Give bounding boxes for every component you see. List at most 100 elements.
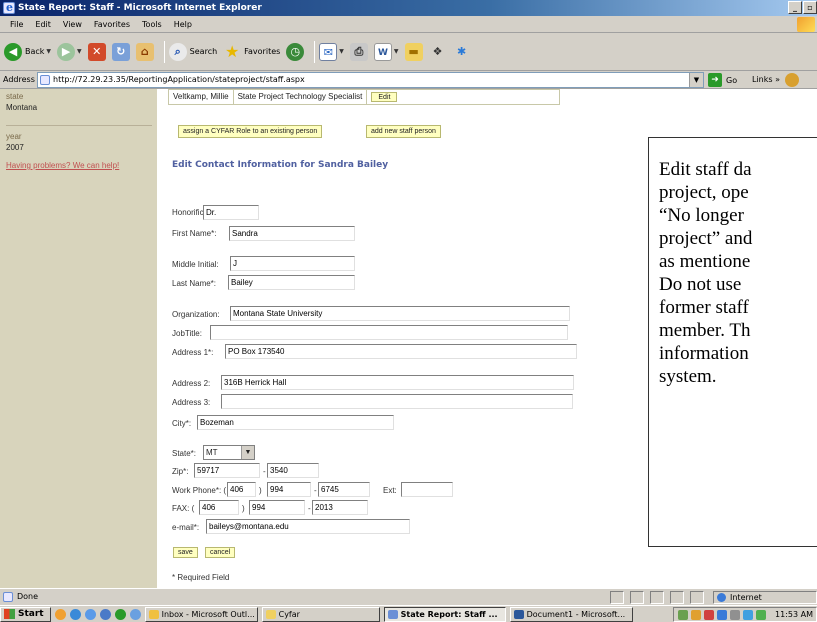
callout-line: system. <box>659 366 717 387</box>
history-icon: ◷ <box>286 42 305 61</box>
stop-button[interactable]: ✕ <box>87 39 106 65</box>
tray-icon[interactable] <box>756 609 766 620</box>
zone-label: Internet <box>730 593 762 602</box>
refresh-button[interactable]: ↻ <box>111 39 130 65</box>
home-button[interactable]: ⌂ <box>135 39 154 65</box>
middle-initial-field[interactable]: J <box>230 256 355 271</box>
menu-edit[interactable]: Edit <box>29 20 57 29</box>
word-icon <box>513 609 524 619</box>
callout-line: member. Th <box>659 320 751 341</box>
quicklaunch-outlook-icon[interactable] <box>54 608 66 620</box>
ext-field[interactable] <box>401 482 453 497</box>
chevron-down-icon[interactable]: ▼ <box>689 73 703 87</box>
edit-staff-button[interactable]: Edit <box>371 92 398 102</box>
translate-icon[interactable] <box>785 73 799 87</box>
menu-tools[interactable]: Tools <box>136 20 168 29</box>
year-value: 2007 <box>6 143 24 152</box>
search-button[interactable]: ⌕ Search <box>168 39 217 65</box>
forward-arrow-icon: ▶ <box>57 42 76 61</box>
task-label: Cyfar <box>278 609 300 619</box>
tray-icon[interactable] <box>678 609 688 620</box>
address3-field[interactable] <box>221 394 573 409</box>
mail-button[interactable]: ✉ ▼ <box>319 39 344 65</box>
status-panel <box>610 591 624 604</box>
minimize-button[interactable]: _ <box>788 1 802 14</box>
state-selected: MT <box>206 448 218 457</box>
menu-file[interactable]: File <box>4 20 29 29</box>
form-heading: Edit Contact Information for Sandra Bail… <box>172 160 389 170</box>
forward-button[interactable]: ▶ ▼ <box>57 39 82 65</box>
city-field[interactable]: Bozeman <box>197 415 394 430</box>
address2-field[interactable]: 316B Herrick Hall <box>221 375 574 390</box>
folder-button[interactable]: ▬ <box>404 39 423 65</box>
last-name-field[interactable]: Bailey <box>228 275 355 290</box>
state-select[interactable]: MT ▼ <box>203 445 255 460</box>
mail-icon: ✉ <box>319 42 338 61</box>
first-name-field[interactable]: Sandra <box>229 226 355 241</box>
outlook-icon <box>148 609 159 619</box>
security-zone: Internet <box>713 591 817 604</box>
globe-icon <box>717 593 726 602</box>
organization-field[interactable]: Montana State University <box>230 306 570 321</box>
task-word-document[interactable]: Document1 - Microsoft... <box>509 606 633 622</box>
edit-word-button[interactable]: W ▼ <box>373 39 399 65</box>
tray-icon[interactable] <box>730 609 740 620</box>
go-button[interactable]: ➜ Go <box>708 73 737 87</box>
menu-favorites[interactable]: Favorites <box>88 20 136 29</box>
zip-field[interactable]: 59717 <box>194 463 260 478</box>
quicklaunch-extra-icon[interactable] <box>129 608 141 620</box>
research-button[interactable]: ❖ <box>429 39 447 65</box>
task-state-report[interactable]: State Report: Staff ... <box>383 606 506 622</box>
zip-label: Zip*: <box>172 467 189 476</box>
quicklaunch-desktop-icon[interactable] <box>99 608 111 620</box>
links-button[interactable]: Links » <box>752 75 780 84</box>
address-input[interactable]: http://72.29.23.35/ReportingApplication/… <box>37 72 704 88</box>
word-icon: W <box>373 42 392 61</box>
window-title-bar: State Report: Staff - Microsoft Internet… <box>0 0 817 16</box>
quicklaunch-browser-icon[interactable] <box>84 608 96 620</box>
fax-line-field[interactable]: 2013 <box>312 500 368 515</box>
fax-paren: ) <box>242 504 245 513</box>
print-button[interactable]: ⎙ <box>349 39 368 65</box>
cancel-button[interactable]: cancel <box>205 547 236 558</box>
zip-ext-field[interactable]: 3540 <box>267 463 319 478</box>
fax-area-field[interactable]: 406 <box>199 500 239 515</box>
work-paren: ) <box>259 486 262 495</box>
system-tray: 11:53 AM <box>673 607 817 622</box>
fax-dash: - <box>308 504 311 513</box>
quicklaunch-media-icon[interactable] <box>114 608 126 620</box>
menu-view[interactable]: View <box>57 20 88 29</box>
favorites-button[interactable]: ★ Favorites <box>223 39 280 65</box>
honorific-field[interactable]: Dr. <box>203 205 259 220</box>
help-link[interactable]: Having problems? We can help! <box>0 153 157 178</box>
address1-field[interactable]: PO Box 173540 <box>225 344 577 359</box>
messenger-button[interactable]: ✱ <box>453 39 471 65</box>
work-line-field[interactable]: 6745 <box>318 482 370 497</box>
history-button[interactable]: ◷ <box>286 39 305 65</box>
task-cyfar-folder[interactable]: Cyfar <box>261 606 380 622</box>
start-button[interactable]: Start <box>0 606 51 622</box>
assign-role-button[interactable]: assign a CYFAR Role to an existing perso… <box>178 125 323 138</box>
work-prefix-field[interactable]: 994 <box>267 482 311 497</box>
address2-label: Address 2: <box>172 379 211 388</box>
go-arrow-icon: ➜ <box>708 73 722 87</box>
page-icon <box>3 592 13 602</box>
menu-help[interactable]: Help <box>168 20 198 29</box>
fax-prefix-field[interactable]: 994 <box>249 500 305 515</box>
tray-icon[interactable] <box>704 609 714 620</box>
address-url: http://72.29.23.35/ReportingApplication/… <box>53 75 305 84</box>
quicklaunch-ie-icon[interactable] <box>69 608 81 620</box>
callout-line: “No longer <box>659 205 744 226</box>
tray-icon[interactable] <box>691 609 701 620</box>
add-staff-button[interactable]: add new staff person <box>366 125 441 138</box>
work-area-field[interactable]: 406 <box>227 482 256 497</box>
job-title-field[interactable] <box>210 325 568 340</box>
tray-icon[interactable] <box>717 609 727 620</box>
back-button[interactable]: ◀ Back ▼ <box>4 39 51 65</box>
tray-icon[interactable] <box>743 609 753 620</box>
chevron-down-icon: ▼ <box>46 48 52 55</box>
save-button[interactable]: save <box>173 547 198 558</box>
email-field[interactable]: baileys@montana.edu <box>206 519 410 534</box>
task-outlook[interactable]: Inbox - Microsoft Outl... <box>144 606 258 622</box>
maximize-button[interactable]: ▫ <box>803 1 817 14</box>
